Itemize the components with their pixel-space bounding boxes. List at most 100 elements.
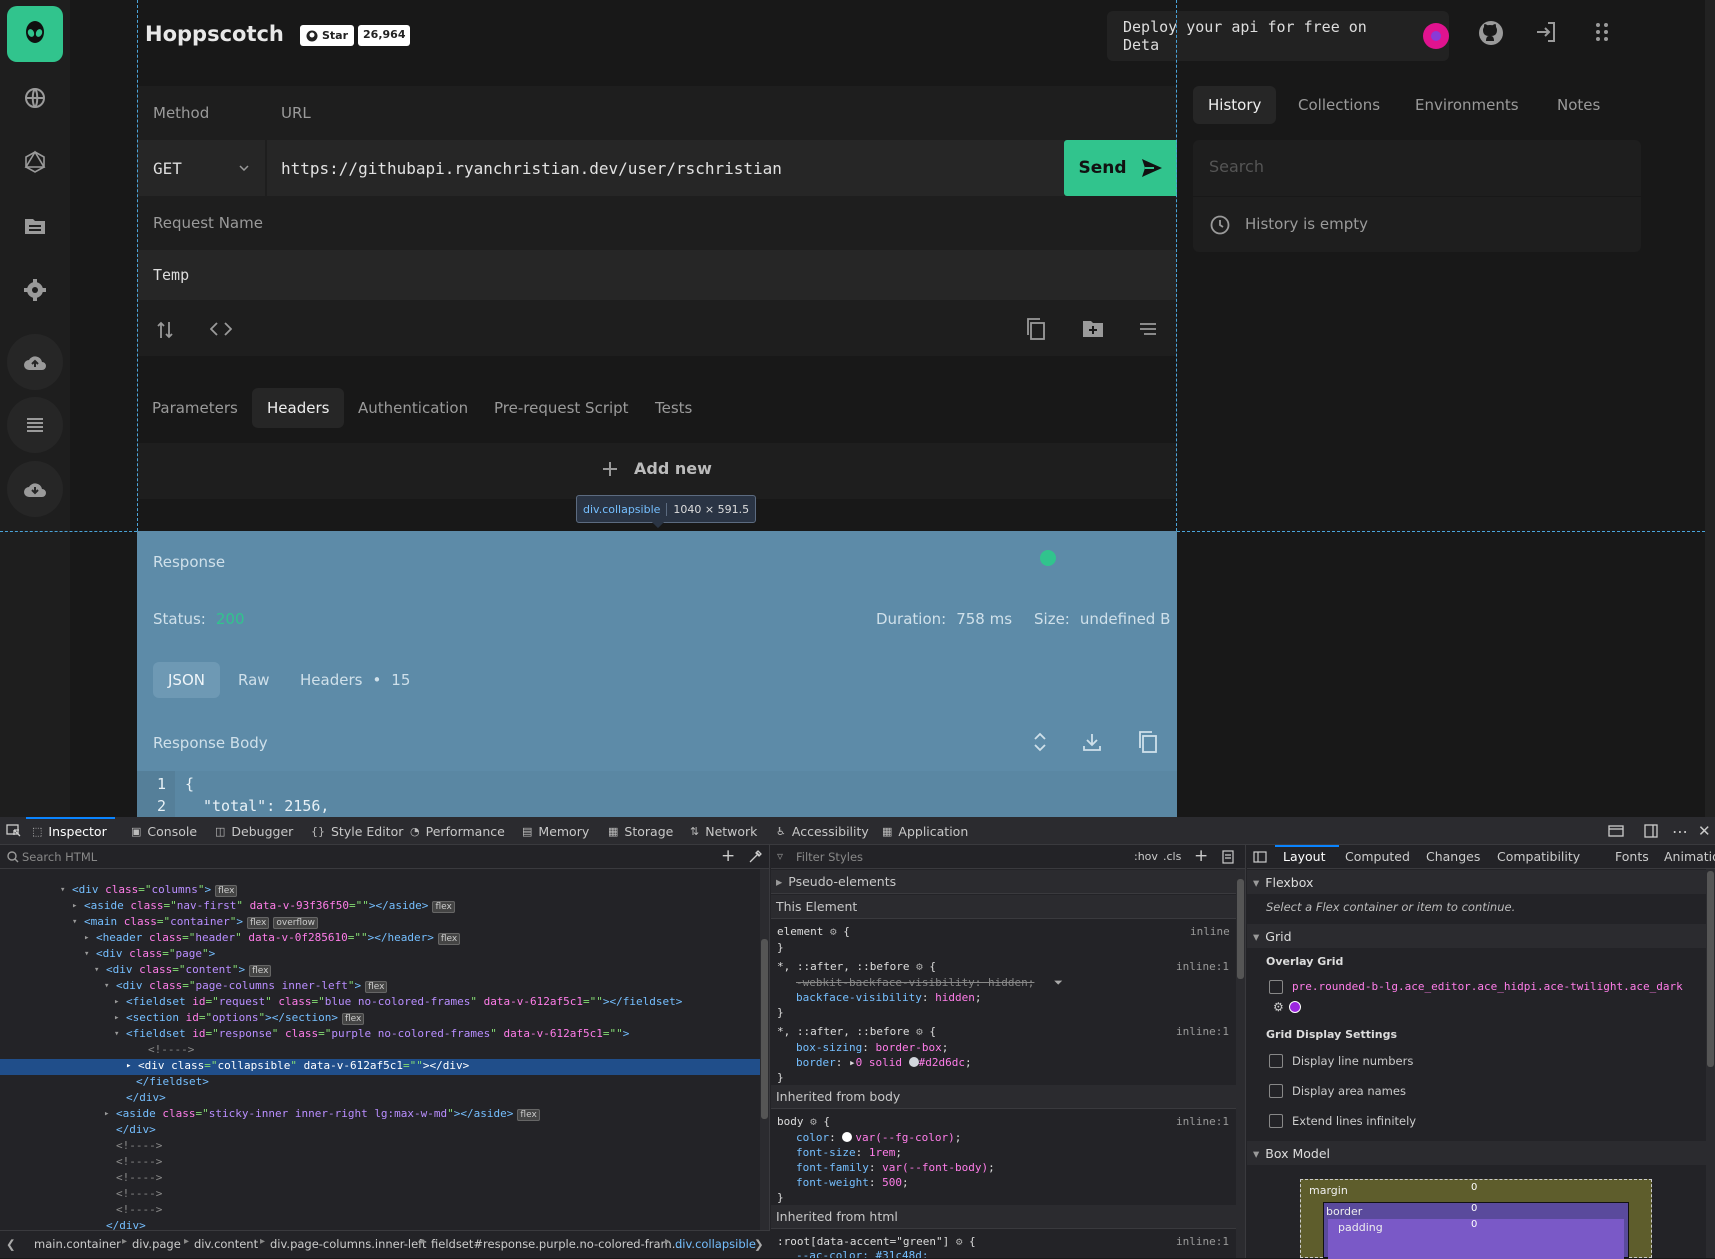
tab-headers[interactable]: Headers • 15 (300, 671, 410, 689)
dock-icon[interactable] (1644, 817, 1658, 845)
nav-list-button[interactable] (7, 397, 63, 453)
side-tab-collections[interactable]: Collections (1283, 86, 1395, 124)
copy-icon[interactable] (1026, 318, 1046, 340)
devtools-tab-memory[interactable]: ▤ Memory (522, 817, 589, 845)
devtools-tab-application[interactable]: ▦ Application (882, 817, 968, 845)
devtools-tab-accessibility[interactable]: ♿ Accessibility (776, 817, 869, 845)
expand-arrow-icon[interactable]: ▾ (60, 885, 65, 895)
box-model-margin[interactable]: margin 0 border 0 padding 0 (1300, 1179, 1652, 1259)
tree-node[interactable]: </div> (0, 1123, 760, 1139)
github-star-button[interactable]: Star (300, 25, 355, 46)
tree-node[interactable]: <!----> (0, 1203, 760, 1219)
breadcrumb-item[interactable]: div.content (194, 1237, 258, 1251)
add-node-icon[interactable]: + (721, 846, 735, 866)
expand-arrow-icon[interactable]: ▾ (94, 965, 99, 975)
tree-node[interactable]: ▾ <div class="content"> flex (0, 963, 760, 979)
more-icon[interactable]: ⋯ (1672, 817, 1688, 845)
tree-node[interactable]: ▸ <header class="header" data-v-0f285610=… (0, 931, 760, 947)
expand-arrow-icon[interactable]: ▸ (114, 1013, 119, 1023)
nav-realtime-button[interactable] (7, 70, 63, 126)
layout-badge[interactable]: flex (341, 1013, 365, 1025)
tree-node[interactable]: <!----> (0, 1187, 760, 1203)
download-icon[interactable] (1082, 732, 1102, 752)
overflow-badge[interactable]: overflow (273, 917, 318, 929)
rule2-source[interactable]: inline:1 (1176, 1025, 1229, 1038)
close-icon[interactable]: ✕ (1698, 817, 1711, 845)
brand-title[interactable]: Hoppscotch (145, 22, 284, 46)
folder-add-icon[interactable] (1082, 320, 1104, 338)
side-tab-notes[interactable]: Notes (1542, 86, 1615, 124)
expand-arrow-icon[interactable]: ▸ (72, 901, 77, 911)
swap-icon[interactable] (156, 320, 174, 340)
devtools-tab-network[interactable]: ⇅ Network (690, 817, 757, 845)
devtools-tab-storage[interactable]: ▦ Storage (608, 817, 673, 845)
layout-tab-animation[interactable]: Animation (1664, 849, 1715, 864)
expand-arrow-icon[interactable]: ▸ (114, 997, 119, 1007)
extend-lines-checkbox[interactable] (1269, 1114, 1283, 1128)
copy-response-icon[interactable] (1138, 731, 1158, 753)
url-input[interactable]: https://githubapi.ryanchristian.dev/user… (267, 140, 1064, 196)
layout-tab-computed[interactable]: Computed (1345, 849, 1410, 864)
expand-arrow-icon[interactable]: ▾ (72, 917, 77, 927)
tree-node[interactable]: <!----> (0, 1139, 760, 1155)
tree-node[interactable]: ▸ <div class="collapsible" data-v-612af5c… (0, 1059, 760, 1075)
tree-scrollbar[interactable] (760, 869, 769, 1258)
toggle-sidebar-icon[interactable] (1253, 851, 1267, 863)
display-area-names-checkbox[interactable] (1269, 1084, 1283, 1098)
tree-node[interactable]: ▾ <div class="page"> (0, 947, 760, 963)
response-editor[interactable]: 1 { 2 "total": 2156, (137, 771, 1177, 817)
tree-node[interactable]: </fieldset> (0, 1075, 760, 1091)
tree-node[interactable]: </div> (0, 1091, 760, 1107)
layout-badge[interactable]: flex (365, 981, 388, 993)
rule1-source[interactable]: inline:1 (1176, 960, 1229, 973)
hov-toggle[interactable]: :hov (1134, 850, 1158, 863)
layout-scrollbar[interactable] (1706, 869, 1715, 1258)
rule-source[interactable]: inline (1190, 925, 1230, 938)
tab-headers[interactable]: Headers (252, 388, 345, 428)
rules-scrollbar[interactable] (1236, 869, 1245, 1258)
menu-grid-icon[interactable] (1590, 20, 1622, 52)
expand-arrow-icon[interactable]: ▾ (114, 1029, 119, 1039)
expand-arrow-icon[interactable]: ▸ (126, 1061, 131, 1071)
tree-node[interactable]: ▾ <div class="page-columns inner-left"> fl… (0, 979, 760, 995)
root-source[interactable]: inline:1 (1176, 1235, 1229, 1248)
devtools-tab-inspector[interactable]: ⬚ Inspector (26, 817, 115, 845)
side-tab-history[interactable]: History (1193, 86, 1277, 124)
tree-node[interactable]: <!----> (0, 1155, 760, 1171)
color-swatch[interactable] (842, 1132, 853, 1142)
layout-tab-fonts[interactable]: Fonts (1615, 849, 1649, 864)
breadcrumb-item[interactable]: fieldset#response.purple.no-colored-fram… (431, 1237, 683, 1251)
devtools-tab-console[interactable]: ▣ Console (131, 817, 197, 845)
devtools-tab-performance[interactable]: ◔ Performance (410, 817, 505, 845)
layout-badge[interactable]: flex (517, 1109, 540, 1121)
expand-arrow-icon[interactable]: ▸ (104, 1109, 109, 1119)
tab-parameters[interactable]: Parameters (137, 388, 253, 428)
layout-tab-changes[interactable]: Changes (1426, 849, 1480, 864)
devtools-tab-style-editor[interactable]: {} Style Editor (311, 817, 403, 845)
tab-authentication[interactable]: Authentication (343, 388, 483, 428)
nav-download-button[interactable] (7, 461, 63, 517)
nav-graphql-button[interactable] (7, 134, 63, 190)
github-link-icon[interactable] (1478, 20, 1510, 52)
breadcrumb-item[interactable]: main.container (34, 1237, 121, 1251)
tree-node[interactable]: <!----> (0, 1043, 760, 1059)
tree-node[interactable]: ▸ <aside class="nav-first" data-v-93f36f5… (0, 899, 760, 915)
padding-top-value[interactable]: 0 (1471, 1219, 1477, 1230)
side-tab-environments[interactable]: Environments (1400, 86, 1534, 124)
breadcrumb-item[interactable]: div.page-columns.inner-left (270, 1237, 427, 1251)
method-select[interactable]: GET (137, 140, 265, 196)
tab-raw[interactable]: Raw (238, 671, 270, 689)
add-rule-icon[interactable]: + (1194, 846, 1208, 866)
print-media-icon[interactable] (1222, 850, 1234, 864)
body-source[interactable]: inline:1 (1176, 1115, 1229, 1128)
login-icon[interactable] (1534, 20, 1566, 52)
search-html-input[interactable]: Search HTML (22, 850, 97, 864)
expand-arrow-icon[interactable]: ▾ (84, 949, 89, 959)
request-name-input[interactable]: Temp (137, 250, 1177, 300)
tree-node[interactable]: ▸ <section id="options"></section> flex (0, 1011, 760, 1027)
nav-settings-button[interactable] (7, 262, 63, 318)
grid-overlay-checkbox[interactable] (1269, 980, 1283, 994)
filter-styles-input[interactable]: Filter Styles (796, 850, 863, 864)
layout-tab-layout[interactable]: Layout (1283, 849, 1326, 864)
tree-node[interactable]: ▾ <main class="container"> flex overflow (0, 915, 760, 931)
